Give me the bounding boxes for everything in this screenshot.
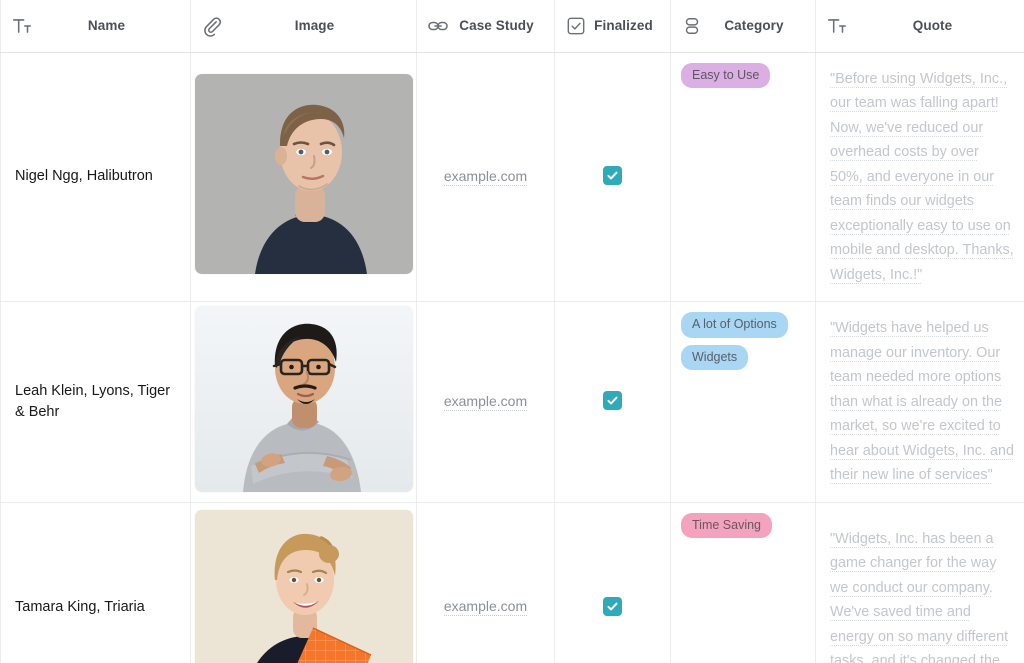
column-header-finalized[interactable]: Finalized (554, 0, 671, 53)
quote-text: "Widgets have helped us manage our inven… (830, 320, 1014, 483)
cell-name[interactable]: Tamara King, Triaria (0, 502, 191, 663)
record-name: Tamara King, Triaria (15, 598, 145, 615)
case-study-link[interactable]: example.com (443, 598, 528, 617)
link-icon (427, 17, 449, 35)
category-tag[interactable]: Time Saving (681, 512, 773, 538)
record-name: Leah Klein, Lyons, Tiger & Behr (15, 382, 171, 420)
cell-quote[interactable]: "Widgets have helped us manage our inven… (815, 301, 1024, 503)
record-thumbnail[interactable] (194, 74, 413, 275)
cell-finalized[interactable] (554, 301, 671, 503)
cell-case-study[interactable]: example.com (416, 301, 555, 503)
cell-category[interactable]: A lot of Options Widgets (670, 301, 816, 503)
table-row[interactable]: Nigel Ngg, Halibutron example.com Easy t… (0, 52, 1024, 302)
column-header-case-study[interactable]: Case Study (416, 0, 555, 53)
table-header: Name Image Case Study Finalized Category… (0, 0, 1024, 53)
cell-finalized[interactable] (554, 52, 671, 302)
checkbox-icon (565, 17, 587, 35)
cell-name[interactable]: Leah Klein, Lyons, Tiger & Behr (0, 301, 191, 503)
data-grid-container: Name Image Case Study Finalized Category… (0, 0, 1024, 663)
table-row[interactable]: Leah Klein, Lyons, Tiger & Behr example.… (0, 301, 1024, 503)
column-header-category[interactable]: Category (670, 0, 816, 53)
record-thumbnail[interactable] (194, 306, 413, 493)
case-study-link[interactable]: example.com (443, 392, 528, 411)
category-tag[interactable]: Easy to Use (681, 62, 771, 88)
column-header-label: Category (724, 18, 784, 34)
cell-finalized[interactable] (554, 502, 671, 663)
paperclip-icon (201, 17, 223, 37)
table-body: Nigel Ngg, Halibutron example.com Easy t… (0, 52, 1024, 663)
header-row: Name Image Case Study Finalized Category… (0, 0, 1024, 53)
cell-case-study[interactable]: example.com (416, 502, 555, 663)
record-name: Nigel Ngg, Halibutron (15, 168, 153, 185)
column-header-quote[interactable]: Quote (815, 0, 1024, 53)
case-study-link[interactable]: example.com (443, 167, 528, 186)
column-header-image[interactable]: Image (190, 0, 417, 53)
category-tag[interactable]: A lot of Options (681, 312, 788, 338)
column-header-name[interactable]: Name (0, 0, 191, 53)
column-header-label: Image (294, 18, 335, 34)
column-header-label: Quote (912, 18, 953, 34)
record-thumbnail[interactable] (194, 509, 413, 663)
finalized-checkbox[interactable] (603, 391, 622, 411)
column-header-label: Name (87, 18, 126, 34)
cell-name[interactable]: Nigel Ngg, Halibutron (0, 52, 191, 302)
cell-image[interactable] (190, 502, 417, 663)
finalized-checkbox[interactable] (603, 596, 622, 616)
category-tag[interactable]: Widgets (681, 344, 749, 370)
column-header-label: Finalized (594, 18, 653, 34)
cell-category[interactable]: Easy to Use (670, 52, 816, 302)
cell-quote[interactable]: "Widgets, Inc. has been a game changer f… (815, 502, 1024, 663)
cell-image[interactable] (190, 301, 417, 503)
text-type-icon (826, 17, 848, 35)
cell-quote[interactable]: "Before using Widgets, Inc., our team wa… (815, 52, 1024, 302)
records-table: Name Image Case Study Finalized Category… (0, 0, 1024, 663)
table-row[interactable]: Tamara King, Triaria example.com Time Sa… (0, 502, 1024, 663)
select-list-icon (681, 17, 703, 35)
cell-case-study[interactable]: example.com (416, 52, 555, 302)
finalized-checkbox[interactable] (603, 166, 622, 186)
cell-image[interactable] (190, 52, 417, 302)
cell-category[interactable]: Time Saving (670, 502, 816, 663)
quote-text: "Widgets, Inc. has been a game changer f… (830, 530, 1009, 663)
column-header-label: Case Study (459, 18, 534, 34)
text-type-icon (11, 17, 33, 35)
quote-text: "Before using Widgets, Inc., our team wa… (830, 70, 1014, 283)
